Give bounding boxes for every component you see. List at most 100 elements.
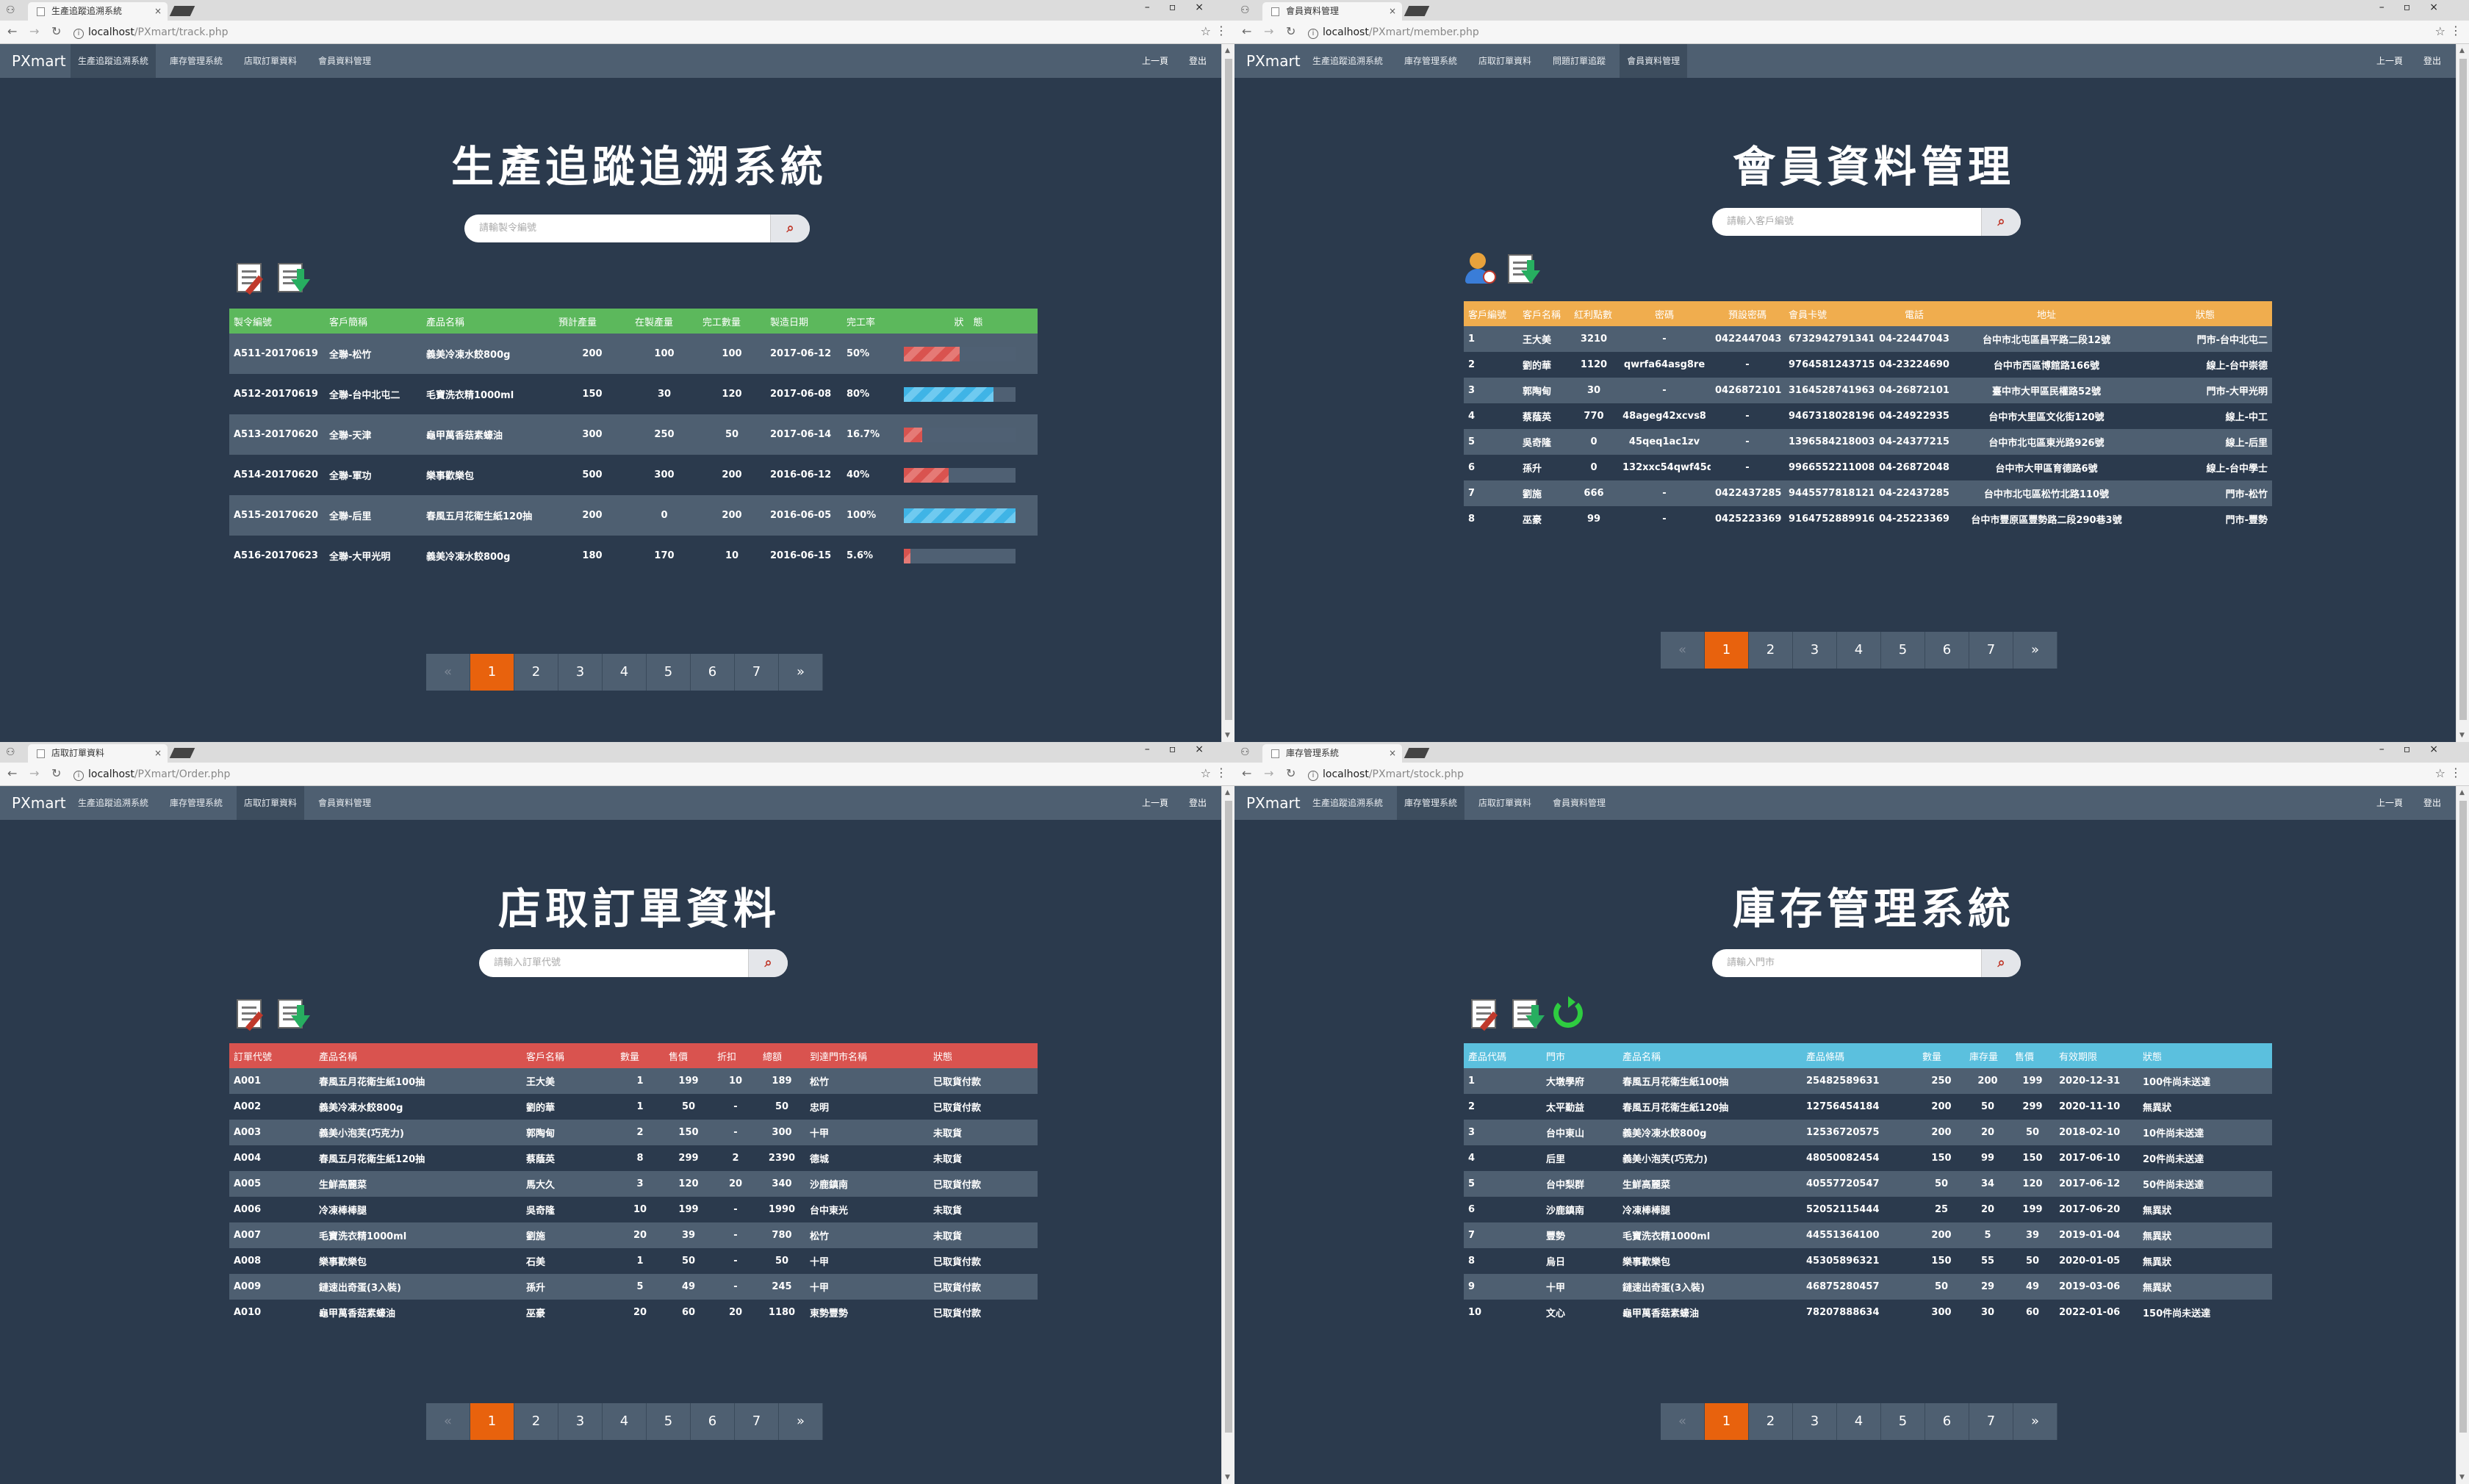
page-button[interactable]: 5 xyxy=(647,654,691,691)
page-button[interactable]: 6 xyxy=(691,654,735,691)
column-header[interactable]: 狀態 xyxy=(2138,1043,2272,1068)
brand-logo[interactable]: PXmart xyxy=(12,786,66,820)
close-tab-icon[interactable]: × xyxy=(1389,744,1396,763)
scroll-up-icon[interactable]: ▲ xyxy=(1225,47,1230,54)
page-button[interactable]: 7 xyxy=(735,654,779,691)
next-page-button[interactable]: » xyxy=(779,1403,823,1440)
window-controls[interactable]: –▫× xyxy=(2379,743,2457,755)
bookmark-star-icon[interactable]: ☆ xyxy=(1201,24,1211,38)
new-tab-button[interactable] xyxy=(1404,748,1430,758)
prev-page-button[interactable]: « xyxy=(426,654,470,691)
page-button[interactable]: 6 xyxy=(691,1403,735,1440)
scroll-up-icon[interactable]: ▲ xyxy=(2459,789,2465,796)
refresh-icon[interactable] xyxy=(1550,995,1586,1031)
browser-menu-icon[interactable]: ⚇ xyxy=(1240,746,1250,758)
close-tab-icon[interactable]: × xyxy=(154,2,162,21)
table-row[interactable]: A001 春風五月花衛生紙100抽 王大美 1 199 10 189 松竹 已取貨付款 xyxy=(229,1068,1038,1094)
bookmark-star-icon[interactable]: ☆ xyxy=(1201,766,1211,780)
user-settings-icon[interactable] xyxy=(1464,250,1499,287)
page-button[interactable]: 1 xyxy=(470,654,514,691)
table-row[interactable]: 1 大墩學府 春風五月花衛生紙100抽 25482589631 250 200 199 202… xyxy=(1464,1068,2272,1094)
back-link[interactable]: 上一頁 xyxy=(1142,798,1168,808)
table-row[interactable]: 9 十甲 鏈速出奇蛋(3入裝) 46875280457 50 29 49 2019-03-06… xyxy=(1464,1274,2272,1300)
page-button[interactable]: 4 xyxy=(603,1403,647,1440)
nav-link[interactable]: 庫存管理系統 xyxy=(162,44,230,78)
nav-link[interactable]: 會員資料管理 xyxy=(1545,786,1613,820)
search-box[interactable]: 請輸入門市 ⌕ xyxy=(1712,949,2021,977)
nav-link[interactable]: 庫存管理系統 xyxy=(1397,786,1465,820)
page-button[interactable]: 6 xyxy=(1925,632,1969,669)
page-button[interactable]: 7 xyxy=(1969,632,2013,669)
reload-icon[interactable]: ↻ xyxy=(51,766,61,780)
table-row[interactable]: A512-20170619 全聯-台中北屯二 毛寶洗衣精1000ml 150 30 120… xyxy=(229,374,1038,414)
back-arrow-icon[interactable]: ← xyxy=(1242,24,1251,38)
table-row[interactable]: 6 沙鹿鎮南 冷凍棒棒腿 52052115444 25 20 199 2017-06-20 無異… xyxy=(1464,1197,2272,1222)
close-tab-icon[interactable]: × xyxy=(1389,2,1396,21)
table-row[interactable]: A002 義美冷凍水餃800g 劉的華 1 50 - 50 忠明 已取貨付款 xyxy=(229,1094,1038,1120)
page-button[interactable]: 2 xyxy=(514,1403,558,1440)
column-header[interactable]: 電話 xyxy=(1874,301,1955,326)
search-box[interactable]: 請輸入訂單代號 ⌕ xyxy=(479,949,788,977)
table-row[interactable]: 3 郭陶甸 30 - 0426872101 3164528741963 04-2687210… xyxy=(1464,378,2272,403)
table-row[interactable]: 8 烏日 樂事歡樂包 45305896321 150 55 50 2020-01-05 無異狀 xyxy=(1464,1248,2272,1274)
column-header[interactable]: 到達門市名稱 xyxy=(805,1043,929,1068)
table-row[interactable]: 3 台中東山 義美冷凍水餃800g 12536720575 200 20 50 2018-02… xyxy=(1464,1120,2272,1145)
column-header[interactable]: 狀 態 xyxy=(899,309,1038,334)
window-controls[interactable]: –▫× xyxy=(1145,1,1223,13)
nav-link[interactable]: 生產追蹤追溯系統 xyxy=(71,786,156,820)
next-page-button[interactable]: » xyxy=(2013,1403,2058,1440)
url-field[interactable]: i localhost/PXmart/stock.php xyxy=(1308,766,2425,783)
page-button[interactable]: 4 xyxy=(603,654,647,691)
column-header[interactable]: 狀態 xyxy=(929,1043,1038,1068)
forward-arrow-icon[interactable]: → xyxy=(29,24,39,38)
next-page-button[interactable]: » xyxy=(2013,632,2058,669)
nav-link[interactable]: 店取訂單資料 xyxy=(1471,786,1539,820)
table-row[interactable]: A005 生鮮高麗菜 馬大久 3 120 20 340 沙鹿鎮南 已取貨付款 xyxy=(229,1171,1038,1197)
table-row[interactable]: 8 巫豪 99 - 0425223369 9164752889916 04-25223369… xyxy=(1464,506,2272,532)
browser-menu-icon[interactable]: ⚇ xyxy=(6,746,15,758)
back-link[interactable]: 上一頁 xyxy=(2376,798,2403,808)
page-button[interactable]: 5 xyxy=(647,1403,691,1440)
nav-link[interactable]: 店取訂單資料 xyxy=(1471,44,1539,78)
table-row[interactable]: A009 鏈速出奇蛋(3入裝) 孫升 5 49 - 245 十甲 已取貨付款 xyxy=(229,1274,1038,1300)
table-row[interactable]: 1 王大美 3210 - 0422447043 6732942791341 04-22447… xyxy=(1464,326,2272,352)
page-button[interactable]: 4 xyxy=(1837,1403,1881,1440)
page-button[interactable]: 5 xyxy=(1881,1403,1925,1440)
column-header[interactable]: 製令編號 xyxy=(229,309,325,334)
new-tab-button[interactable] xyxy=(169,748,195,758)
table-row[interactable]: A511-20170619 全聯-松竹 義美冷凍水餃800g 200 100 100 201… xyxy=(229,334,1038,374)
column-header[interactable]: 門市 xyxy=(1542,1043,1618,1068)
search-box[interactable]: 請輸入客戶編號 ⌕ xyxy=(1712,208,2021,236)
page-button[interactable]: 7 xyxy=(735,1403,779,1440)
download-sheet-icon[interactable] xyxy=(1509,995,1545,1031)
forward-arrow-icon[interactable]: → xyxy=(1264,24,1273,38)
kebab-menu-icon[interactable]: ⋮ xyxy=(2450,24,2462,37)
table-row[interactable]: 2 太平勤益 春風五月花衛生紙120抽 12756454184 200 50 299 2020… xyxy=(1464,1094,2272,1120)
browser-tab[interactable]: 店取訂單資料 × xyxy=(28,744,168,763)
back-arrow-icon[interactable]: ← xyxy=(7,24,17,38)
url-field[interactable]: i localhost/PXmart/Order.php xyxy=(73,766,1190,783)
brand-logo[interactable]: PXmart xyxy=(12,44,66,78)
prev-page-button[interactable]: « xyxy=(426,1403,470,1440)
browser-menu-icon[interactable]: ⚇ xyxy=(6,4,15,16)
window-controls[interactable]: –▫× xyxy=(2379,1,2457,13)
page-button[interactable]: 3 xyxy=(558,654,603,691)
page-button[interactable]: 3 xyxy=(1793,632,1837,669)
scroll-down-icon[interactable]: ▼ xyxy=(2459,732,2465,739)
page-button[interactable]: 7 xyxy=(1969,1403,2013,1440)
new-tab-button[interactable] xyxy=(1404,6,1430,16)
table-row[interactable]: A007 毛寶洗衣精1000ml 劉施 20 39 - 780 松竹 未取貨 xyxy=(229,1222,1038,1248)
page-button[interactable]: 1 xyxy=(1705,632,1749,669)
edit-document-icon[interactable] xyxy=(1468,995,1503,1031)
column-header[interactable]: 數量 xyxy=(616,1043,664,1068)
page-button[interactable]: 4 xyxy=(1837,632,1881,669)
column-header[interactable]: 產品名稱 xyxy=(1618,1043,1802,1068)
nav-link[interactable]: 問題訂單追蹤 xyxy=(1545,44,1613,78)
column-header[interactable]: 會員卡號 xyxy=(1784,301,1874,326)
column-header[interactable]: 數量 xyxy=(1918,1043,1965,1068)
scroll-up-icon[interactable]: ▲ xyxy=(2459,47,2465,54)
column-header[interactable]: 庫存量 xyxy=(1965,1043,2010,1068)
reload-icon[interactable]: ↻ xyxy=(51,24,61,38)
table-row[interactable]: 6 孫升 0 132xxc54qwf45q - 9966552211008 04-26872… xyxy=(1464,455,2272,480)
column-header[interactable]: 客戶名稱 xyxy=(1518,301,1570,326)
